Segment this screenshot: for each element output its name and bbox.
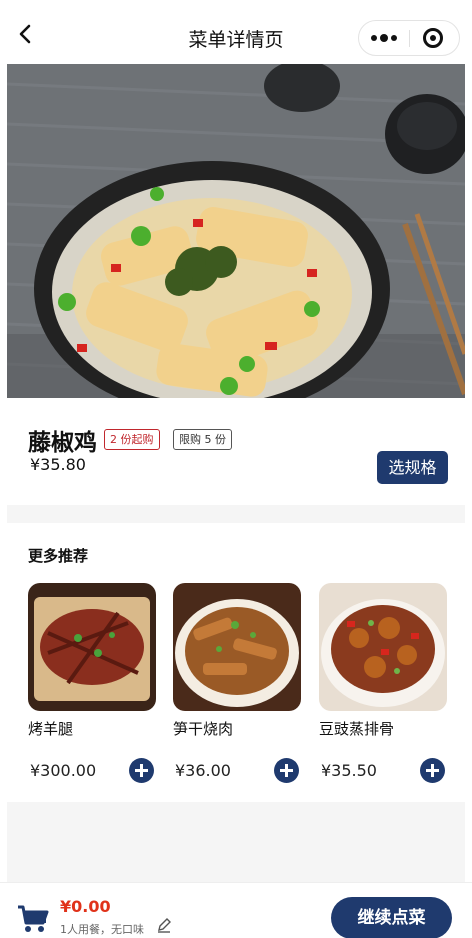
rec-price: ¥300.00 (30, 761, 97, 780)
purchase-limit-tag: 限购 5 份 (173, 429, 232, 450)
continue-ordering-button[interactable]: 继续点菜 (331, 897, 452, 938)
add-icon[interactable] (274, 758, 299, 783)
rec-item-roast-lamb[interactable]: 烤羊腿 ¥300.00 (28, 583, 156, 783)
add-icon[interactable] (420, 758, 445, 783)
section-divider (7, 505, 465, 523)
rec-price: ¥36.00 (175, 761, 231, 780)
add-icon[interactable] (129, 758, 154, 783)
mini-program-capsule (358, 20, 460, 56)
recommendations-title: 更多推荐 (28, 547, 89, 565)
dining-note: 1人用餐，无口味 (60, 923, 144, 936)
bottom-cart-bar: ¥0.00 1人用餐，无口味 继续点菜 (0, 882, 472, 938)
dish-price: ¥35.80 (30, 455, 86, 474)
more-dots-icon[interactable] (359, 21, 409, 55)
capsule-divider (409, 30, 410, 47)
cart-total: ¥0.00 (60, 897, 111, 916)
rec-item-spare-ribs[interactable]: 豆豉蒸排骨 ¥35.50 (319, 583, 447, 783)
rec-name: 豆豉蒸排骨 (319, 720, 395, 738)
dish-name: 藤椒鸡 (28, 430, 97, 456)
pencil-icon[interactable] (156, 917, 172, 933)
roast-lamb-leg-photo[interactable] (28, 583, 156, 711)
black-bean-spare-ribs-photo[interactable] (319, 583, 447, 711)
shopping-cart-icon[interactable] (17, 905, 49, 933)
braised-pork-bamboo-photo[interactable] (173, 583, 301, 711)
select-spec-button[interactable]: 选规格 (377, 451, 448, 484)
dish-hero-image (7, 64, 465, 398)
rec-name: 笋干烧肉 (173, 720, 234, 738)
rec-name: 烤羊腿 (28, 720, 74, 738)
nav-bar: 菜单详情页 (0, 0, 472, 68)
target-circle-icon[interactable] (423, 28, 443, 48)
rec-price: ¥35.50 (321, 761, 377, 780)
rec-item-braised-pork[interactable]: 笋干烧肉 ¥36.00 (173, 583, 301, 783)
bottom-gray-area (7, 802, 465, 882)
min-order-tag: 2 份起购 (104, 429, 160, 450)
